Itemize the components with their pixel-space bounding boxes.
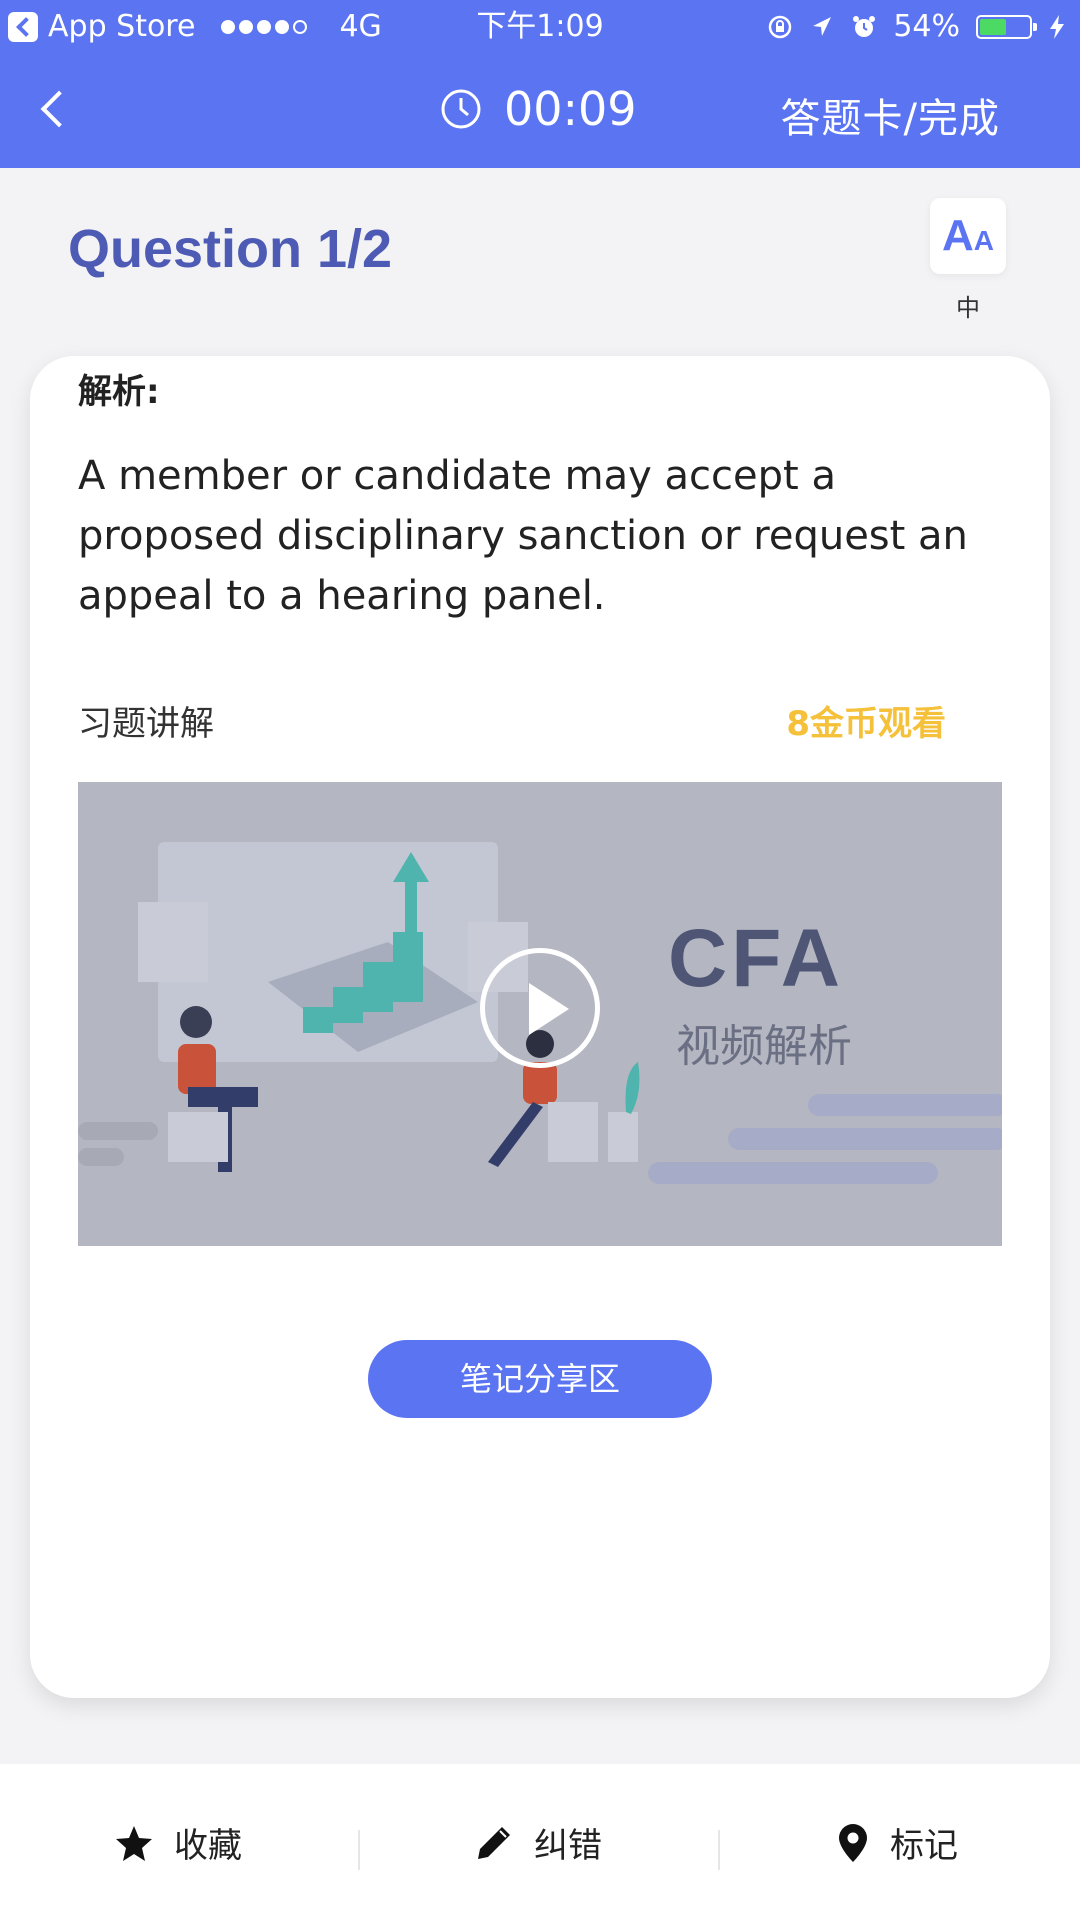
favorite-button[interactable]: 收藏 [114, 1818, 242, 1867]
watch-with-coins-link[interactable]: 8金币观看 [786, 696, 946, 745]
mark-button[interactable]: 标记 [836, 1818, 958, 1867]
explanation-label: 习题讲解 [78, 704, 214, 744]
clock-icon [441, 89, 481, 129]
video-thumbnail[interactable]: CFA 视频解析 [78, 782, 1002, 1246]
notes-share-button[interactable]: 笔记分享区 [368, 1340, 712, 1418]
nav-bar: 00:09 答题卡/完成 [0, 54, 1080, 168]
play-icon[interactable] [480, 948, 600, 1068]
battery-percent: 54% [893, 9, 960, 44]
analysis-label: 解析: [78, 372, 160, 412]
rotation-lock-icon [769, 15, 792, 39]
charging-bolt-icon [1050, 15, 1064, 39]
toolbar-divider [718, 1830, 720, 1870]
status-right: 54% [767, 0, 1066, 54]
timer: 00:09 [440, 82, 637, 136]
alarm-icon [853, 16, 876, 37]
question-title: Question 1/2 [68, 219, 393, 279]
video-thumb-title: CFA [668, 913, 844, 1004]
analysis-card: 解析: A member or candidate may accept a p… [30, 356, 1050, 1698]
pencil-icon [478, 1826, 510, 1859]
location-pin-icon [839, 1823, 867, 1862]
font-size-button[interactable]: AA [930, 198, 1006, 274]
status-bar: App Store 4G 下午1:09 54% [0, 0, 1080, 54]
analysis-text: A member or candidate may accept a propo… [78, 453, 968, 619]
favorite-label: 收藏 [174, 1826, 242, 1866]
answer-card-done-button[interactable]: 答题卡/完成 [781, 86, 1000, 144]
star-icon [116, 1825, 152, 1861]
report-error-button[interactable]: 纠错 [474, 1818, 602, 1867]
back-chevron-icon[interactable] [30, 84, 80, 134]
video-thumb-subtitle: 视频解析 [676, 1021, 852, 1072]
timer-value: 00:09 [504, 82, 637, 136]
top-bar: App Store 4G 下午1:09 54% 00:09 答题卡/完成 [0, 0, 1080, 168]
font-size-label: 中 [956, 294, 980, 322]
bottom-toolbar: 收藏 纠错 标记 [0, 1764, 1080, 1920]
mark-label: 标记 [890, 1826, 958, 1866]
battery-icon [976, 15, 1037, 39]
font-size-icon: AA [941, 211, 994, 260]
location-arrow-icon [813, 17, 832, 36]
report-error-label: 纠错 [534, 1826, 602, 1866]
toolbar-divider [358, 1830, 360, 1870]
battery-level [980, 19, 1006, 35]
